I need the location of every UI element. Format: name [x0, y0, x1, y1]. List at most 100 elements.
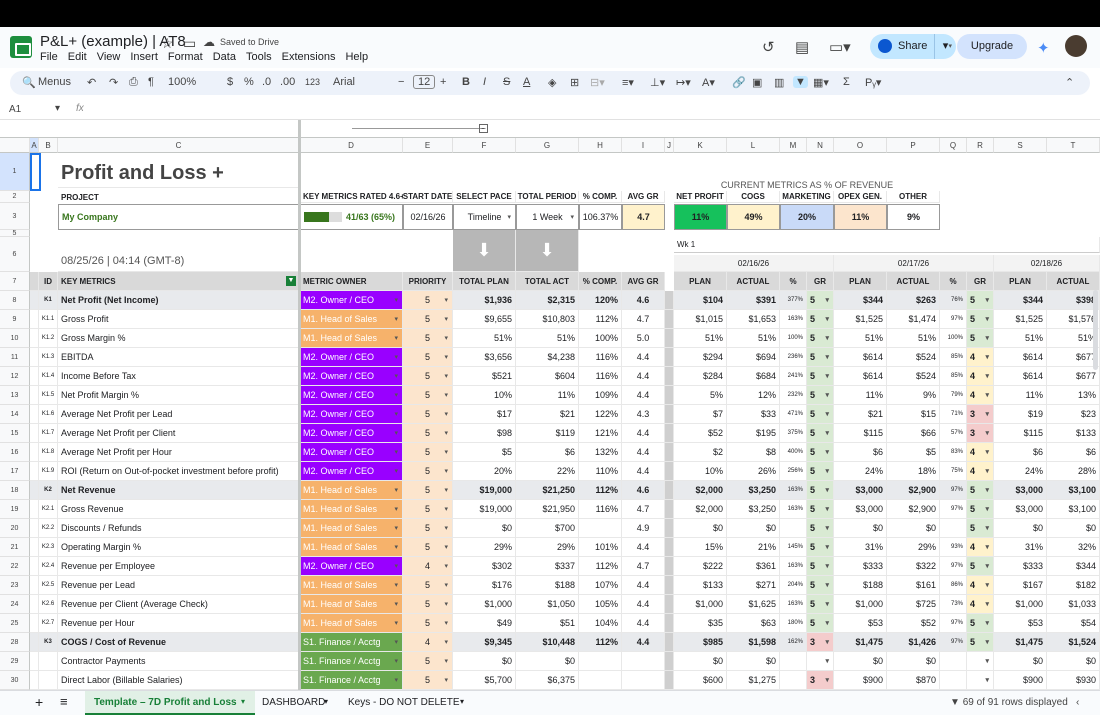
column-header-q[interactable]: Q [940, 138, 967, 153]
cell[interactable] [665, 576, 674, 595]
total-actual[interactable]: $2,315 [516, 291, 579, 310]
total-actual[interactable]: 22% [516, 462, 579, 481]
frozen-column-divider[interactable] [298, 120, 301, 690]
grade-select[interactable]: 5 [807, 519, 834, 538]
cell[interactable] [665, 652, 674, 671]
total-plan[interactable]: 20% [453, 462, 516, 481]
row-header[interactable]: 6 [0, 237, 30, 272]
cell[interactable] [665, 424, 674, 443]
metric-owner-select[interactable]: S1. Finance / Acctg [300, 652, 403, 671]
metric-owner-select[interactable]: S1. Finance / Acctg [300, 671, 403, 690]
fill-color-icon[interactable]: ◈ [548, 76, 556, 89]
priority-select[interactable]: 5 [403, 405, 453, 424]
link-icon[interactable]: 🔗 [732, 76, 746, 89]
functions-icon[interactable]: Σ [843, 76, 850, 88]
filter-icon[interactable]: ▼ [793, 76, 808, 88]
share-dropdown-icon[interactable]: ▾ [934, 34, 956, 59]
cell[interactable] [665, 481, 674, 500]
header-tact[interactable]: TOTAL ACT [516, 272, 579, 291]
percent-value[interactable]: 97% [940, 633, 967, 652]
percent-value[interactable]: 163% [780, 481, 807, 500]
actual-value[interactable]: $3,250 [727, 481, 780, 500]
metric-id[interactable]: K2.1 [39, 500, 58, 519]
plan-value[interactable]: $2,000 [674, 500, 727, 519]
metric-owner-select[interactable]: M2. Owner / CEO [300, 386, 403, 405]
actual-value[interactable]: $1,653 [727, 310, 780, 329]
row-header[interactable]: 30 [0, 671, 30, 690]
current-metric-label[interactable]: OTHER [887, 191, 940, 203]
actual-value[interactable]: $684 [727, 367, 780, 386]
actual-value[interactable]: $182 [1047, 576, 1100, 595]
metric-name[interactable]: ROI (Return on Out-of-pocket investment … [58, 462, 300, 481]
actual-value[interactable]: 51% [887, 329, 940, 348]
plan-value[interactable]: $53 [834, 614, 887, 633]
percent-value[interactable]: 163% [780, 500, 807, 519]
actual-value[interactable]: $3,100 [1047, 500, 1100, 519]
grade-select[interactable]: 5 [807, 576, 834, 595]
column-header-n[interactable]: N [807, 138, 834, 153]
actual-value[interactable]: $361 [727, 557, 780, 576]
metric-name[interactable]: Net Profit (Net Income) [58, 291, 300, 310]
actual-value[interactable]: $1,524 [1047, 633, 1100, 652]
cell[interactable] [30, 595, 39, 614]
actual-value[interactable]: 12% [727, 386, 780, 405]
avg-grade[interactable]: 4.4 [622, 367, 665, 386]
cell[interactable] [30, 348, 39, 367]
grade-select[interactable]: 5 [807, 405, 834, 424]
header-pct[interactable]: % [940, 272, 967, 291]
percent-value[interactable]: 76% [940, 291, 967, 310]
percent-value[interactable]: 204% [780, 576, 807, 595]
actual-value[interactable]: $725 [887, 595, 940, 614]
actual-value[interactable]: $263 [887, 291, 940, 310]
plan-value[interactable]: $52 [674, 424, 727, 443]
date-header[interactable]: 02/16/26 [674, 255, 834, 272]
priority-select[interactable]: 5 [403, 538, 453, 557]
avg-grade[interactable]: 4.4 [622, 443, 665, 462]
header-gr[interactable]: GR [807, 272, 834, 291]
avg-grade[interactable]: 4.7 [622, 557, 665, 576]
total-period-label[interactable]: TOTAL PERIOD [516, 191, 579, 203]
metric-name[interactable]: Revenue per Client (Average Check) [58, 595, 300, 614]
header-id[interactable]: ID [39, 272, 58, 291]
metric-owner-select[interactable]: M2. Owner / CEO [300, 443, 403, 462]
grade-select[interactable]: 4 [967, 367, 994, 386]
percent-value[interactable]: 97% [940, 500, 967, 519]
percent-value[interactable]: 400% [780, 443, 807, 462]
column-header-t[interactable]: T [1047, 138, 1100, 153]
menu-insert[interactable]: Insert [130, 51, 158, 63]
header-comp[interactable]: % COMP. [579, 272, 622, 291]
zoom-select[interactable]: 100% [168, 76, 196, 88]
priority-select[interactable]: 5 [403, 424, 453, 443]
metric-id[interactable]: K1.7 [39, 424, 58, 443]
actual-value[interactable]: $0 [1047, 652, 1100, 671]
cell[interactable] [30, 329, 39, 348]
cell[interactable] [30, 462, 39, 481]
priority-select[interactable]: 5 [403, 481, 453, 500]
grade-select[interactable]: 5 [807, 481, 834, 500]
menu-tools[interactable]: Tools [246, 51, 272, 63]
actual-value[interactable]: $8 [727, 443, 780, 462]
column-header-j[interactable]: J [665, 138, 674, 153]
move-folder-icon[interactable]: ▭ [183, 35, 196, 52]
actual-value[interactable]: $524 [887, 348, 940, 367]
actual-value[interactable]: $0 [727, 652, 780, 671]
avg-grade[interactable]: 4.9 [622, 519, 665, 538]
percent-value[interactable]: 86% [940, 576, 967, 595]
plan-value[interactable]: 31% [834, 538, 887, 557]
percent-value[interactable]: 163% [780, 557, 807, 576]
comp-label[interactable]: % COMP. [579, 191, 622, 203]
grade-select[interactable]: 5 [807, 329, 834, 348]
priority-select[interactable]: 5 [403, 671, 453, 690]
actual-value[interactable]: 21% [727, 538, 780, 557]
plan-value[interactable]: $3,000 [994, 481, 1047, 500]
plan-value[interactable]: $614 [834, 367, 887, 386]
grade-select[interactable]: 5 [967, 500, 994, 519]
share-button[interactable]: Share ▾ [870, 34, 956, 59]
priority-select[interactable]: 5 [403, 462, 453, 481]
row-header[interactable]: 2 [0, 191, 30, 203]
column-header-l[interactable]: L [727, 138, 780, 153]
metric-owner-select[interactable]: M2. Owner / CEO [300, 424, 403, 443]
metric-owner-select[interactable]: M1. Head of Sales [300, 595, 403, 614]
actual-value[interactable]: $3,250 [727, 500, 780, 519]
header-pct[interactable]: % [780, 272, 807, 291]
